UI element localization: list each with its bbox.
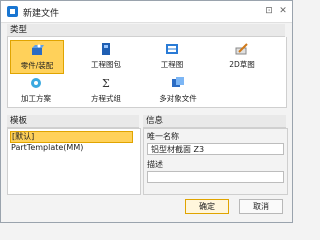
unique-name-input[interactable]: 铝型材截面 Z3 xyxy=(147,143,284,155)
template-item[interactable]: PartTemplate(MM) xyxy=(10,143,83,153)
multi-object-file-icon xyxy=(172,77,184,87)
type-label: 多对象文件 xyxy=(159,94,197,103)
pin-icon[interactable]: ⊡ xyxy=(263,5,275,17)
machining-plan-icon xyxy=(31,78,41,88)
type-label: 工程图 xyxy=(160,60,184,69)
new-file-dialog: 新建文件 ⊡ ✕ 类型 零件/装配 工程图包 工程图 2D草图 加工方案 Σ 方… xyxy=(0,0,293,223)
type-section-label: 类型 xyxy=(7,24,285,37)
type-machining-plan[interactable]: 加工方案 xyxy=(10,74,62,106)
type-equation-set[interactable]: Σ 方程式组 xyxy=(80,74,132,106)
cancel-button[interactable]: 取消 xyxy=(239,199,283,214)
sketch-2d-icon xyxy=(235,43,248,55)
app-logo-icon xyxy=(7,6,18,17)
type-drawing-package[interactable]: 工程图包 xyxy=(80,40,132,72)
info-panel: 唯一名称 铝型材截面 Z3 描述 xyxy=(143,128,288,195)
type-label: 工程图包 xyxy=(91,60,121,69)
svg-text:Σ: Σ xyxy=(102,77,110,90)
type-label: 加工方案 xyxy=(21,94,51,103)
unique-name-label: 唯一名称 xyxy=(147,132,179,141)
description-input[interactable] xyxy=(147,171,284,183)
equation-set-icon: Σ xyxy=(102,77,110,90)
ok-button[interactable]: 确定 xyxy=(185,199,229,214)
template-section-label: 模板 xyxy=(7,115,139,128)
template-item[interactable]: [默认] xyxy=(10,131,133,143)
type-label: 零件/装配 xyxy=(20,61,54,70)
close-icon[interactable]: ✕ xyxy=(277,5,289,17)
drawing-icon xyxy=(166,44,178,54)
drawing-package-icon xyxy=(102,43,110,55)
type-part-assembly[interactable]: 零件/装配 xyxy=(10,40,64,74)
part-assembly-icon xyxy=(32,44,44,55)
title-bar: 新建文件 ⊡ ✕ xyxy=(1,1,292,23)
type-panel: 零件/装配 工程图包 工程图 2D草图 加工方案 Σ 方程式组 多对象文件 xyxy=(7,37,287,108)
window-title: 新建文件 xyxy=(23,9,60,19)
type-label: 方程式组 xyxy=(91,94,121,103)
description-label: 描述 xyxy=(147,160,163,169)
type-2d-sketch[interactable]: 2D草图 xyxy=(216,40,268,72)
type-multi-object-file[interactable]: 多对象文件 xyxy=(146,74,210,106)
type-drawing[interactable]: 工程图 xyxy=(146,40,198,72)
info-section-label: 信息 xyxy=(143,115,286,128)
type-label: 2D草图 xyxy=(229,60,255,69)
template-list: [默认] PartTemplate(MM) xyxy=(7,128,141,195)
